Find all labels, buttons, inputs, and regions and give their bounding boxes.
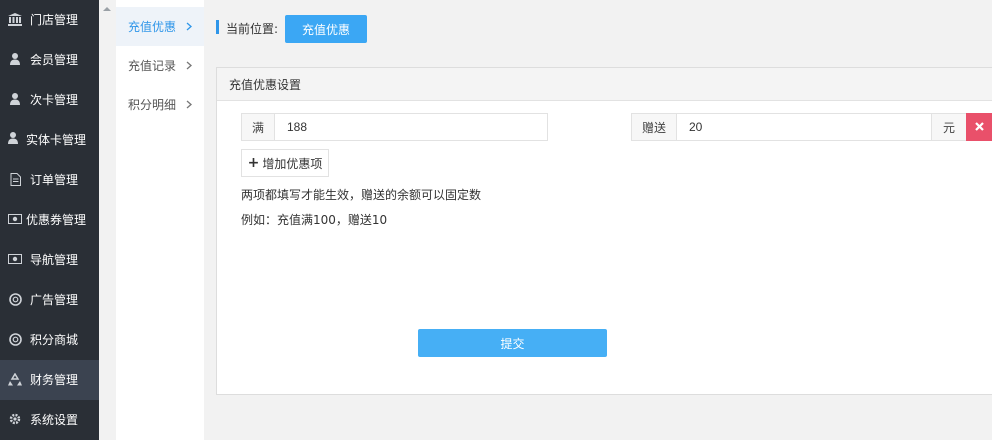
ticket-icon — [8, 252, 22, 266]
sidebar-item-ads[interactable]: 广告管理 — [0, 280, 99, 320]
lifebuoy-icon — [8, 332, 22, 346]
document-icon — [8, 172, 22, 186]
sidebar-item-navigation[interactable]: 导航管理 — [0, 240, 99, 280]
sidebar-item-label: 系统设置 — [30, 413, 79, 427]
subnav-item-points-details[interactable]: 积分明细 — [116, 85, 204, 124]
main-sidebar: 门店管理 会员管理 次卡管理 实体卡管理 订单管理 优惠券管理 导航管理 广告管… — [0, 0, 99, 440]
sidebar-item-label: 财务管理 — [30, 373, 79, 387]
user-icon — [8, 92, 22, 106]
chevron-right-icon — [186, 59, 192, 73]
breadcrumb-marker — [216, 20, 219, 34]
sidebar-item-label: 实体卡管理 — [8, 132, 92, 148]
full-amount-input[interactable]: 188 — [274, 113, 548, 141]
example-text: 例如：充值满100，赠送10 — [241, 213, 388, 227]
subnav-item-label: 充值优惠 — [128, 20, 177, 34]
subnav-item-recharge-discount[interactable]: 充值优惠 — [116, 7, 204, 46]
sidebar-item-coupons[interactable]: 优惠券管理 — [0, 200, 99, 240]
breadcrumb-label: 当前位置: — [226, 22, 279, 36]
sidebar-item-physical-cards[interactable]: 实体卡管理 — [0, 120, 99, 160]
sub-navigation: 充值优惠 充值记录 积分明细 — [116, 0, 204, 440]
gift-amount-label: 赠送 — [631, 113, 677, 141]
sidebar-item-label: 积分商城 — [30, 333, 79, 347]
sidebar-item-label: 导航管理 — [30, 253, 79, 267]
submit-button[interactable]: 提交 — [418, 329, 607, 357]
sidebar-item-stores[interactable]: 门店管理 — [0, 0, 99, 40]
recycle-icon — [8, 372, 22, 386]
subnav-item-recharge-records[interactable]: 充值记录 — [116, 46, 204, 85]
plus-icon: + — [247, 155, 260, 171]
subnav-item-label: 积分明细 — [128, 98, 177, 112]
gear-icon — [8, 412, 22, 426]
full-amount-label: 满 — [241, 113, 275, 141]
sidebar-item-label: 会员管理 — [30, 53, 79, 67]
sidebar-item-text: 实体卡管理 — [26, 133, 87, 147]
bank-icon — [8, 12, 22, 26]
sidebar-item-members[interactable]: 会员管理 — [0, 40, 99, 80]
ticket-icon — [8, 212, 22, 228]
sidebar-item-label: 门店管理 — [30, 13, 79, 27]
hint-text: 两项都填写才能生效，赠送的余额可以固定数 — [241, 188, 482, 202]
gift-amount-input[interactable]: 20 — [676, 113, 932, 141]
sidebar-item-finance[interactable]: 财务管理 — [0, 360, 99, 400]
chevron-right-icon — [186, 20, 192, 34]
sidebar-item-label: 订单管理 — [30, 173, 79, 187]
sidebar-item-orders[interactable]: 订单管理 — [0, 160, 99, 200]
panel-title: 充值优惠设置 — [217, 68, 992, 101]
scroll-up-arrow-icon[interactable] — [102, 0, 112, 11]
lifebuoy-icon — [8, 292, 22, 306]
close-icon — [974, 120, 984, 134]
user-icon — [8, 132, 22, 148]
chevron-right-icon — [186, 98, 192, 112]
sidebar-item-count-cards[interactable]: 次卡管理 — [0, 80, 99, 120]
sidebar-item-text: 优惠券管理 — [26, 213, 87, 227]
sidebar-item-points-mall[interactable]: 积分商城 — [0, 320, 99, 360]
sidebar-item-label: 广告管理 — [30, 293, 79, 307]
sidebar-item-label: 优惠券管理 — [8, 212, 92, 228]
sidebar-item-label: 次卡管理 — [30, 93, 79, 107]
user-icon — [8, 52, 22, 66]
breadcrumb-current-button[interactable]: 充值优惠 — [285, 15, 367, 43]
delete-rule-button[interactable] — [966, 113, 992, 141]
sidebar-item-settings[interactable]: 系统设置 — [0, 400, 99, 440]
add-discount-button[interactable]: + 增加优惠项 — [241, 149, 329, 177]
currency-unit-label: 元 — [931, 113, 967, 141]
add-discount-label: 增加优惠项 — [262, 156, 323, 171]
subnav-item-label: 充值记录 — [128, 59, 177, 73]
